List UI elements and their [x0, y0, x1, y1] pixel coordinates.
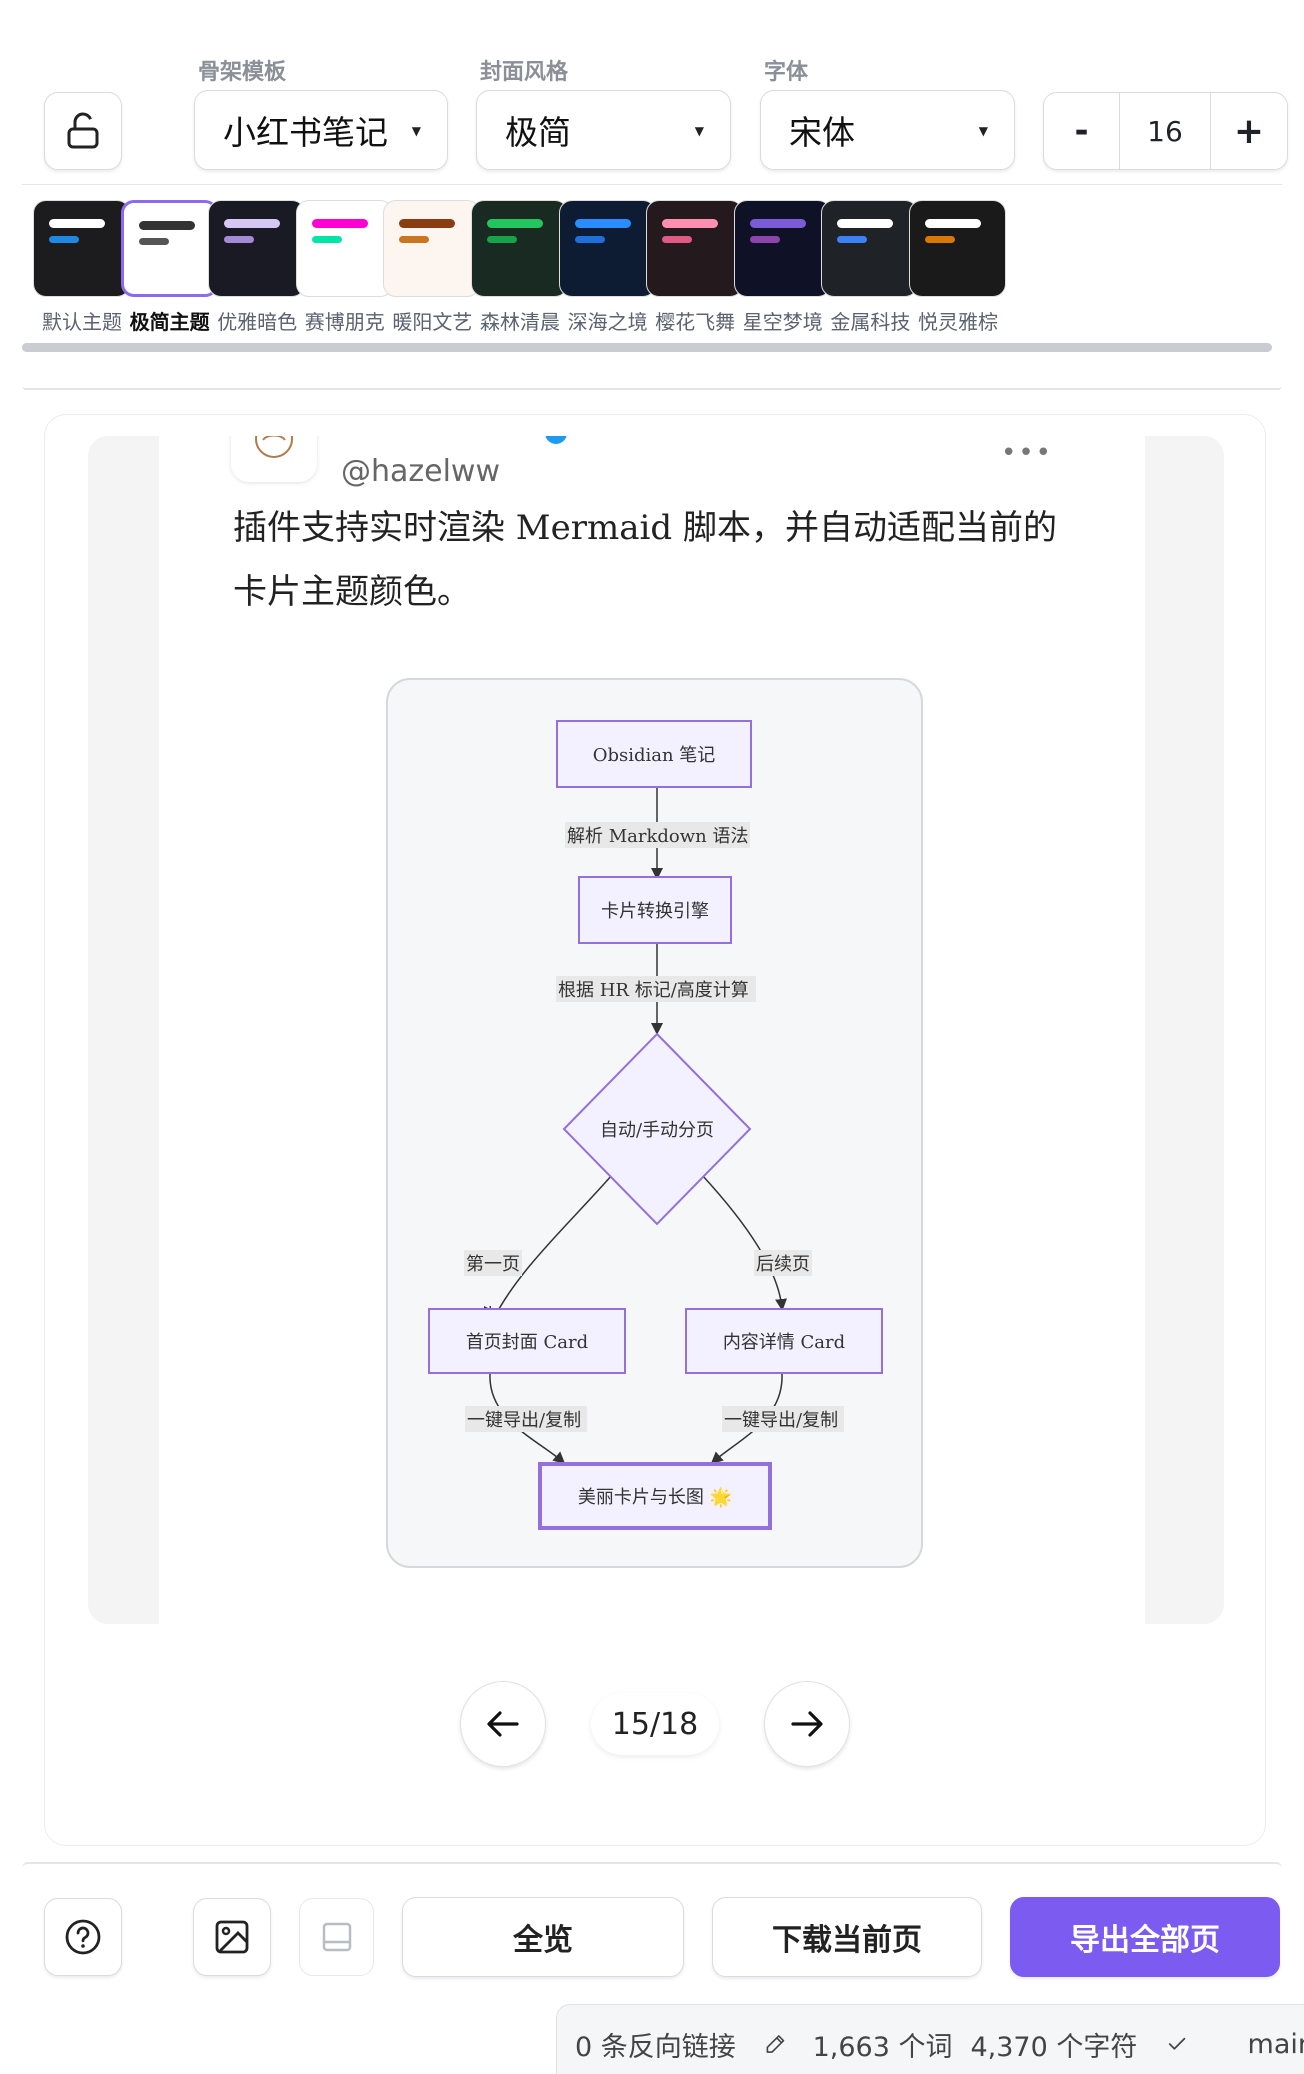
diagram-edge-label-rest: 后续页 [754, 1250, 812, 1276]
preview-panel: @hazelww ••• 插件支持实时渲染 Mermaid 脚本，并自动适配当前… [44, 414, 1266, 1846]
theme-swatch[interactable] [909, 200, 1006, 297]
preview-viewport: @hazelww ••• 插件支持实时渲染 Mermaid 脚本，并自动适配当前… [88, 436, 1224, 1624]
mermaid-diagram: Obsidian 笔记 解析 Markdown 语法 卡片转换引擎 根据 HR … [386, 678, 923, 1568]
swatch-line [925, 236, 955, 243]
image-button[interactable] [193, 1898, 271, 1976]
theme-label[interactable]: 悦灵雅棕 [900, 306, 1016, 335]
diagram-edge-label-parse: 解析 Markdown 语法 [565, 822, 751, 848]
theme-swatch[interactable] [208, 200, 306, 297]
card-page: @hazelww ••• 插件支持实时渲染 Mermaid 脚本，并自动适配当前… [159, 436, 1145, 1624]
word-count: 1,663 个词 [812, 2031, 953, 2063]
swatch-line [662, 219, 719, 228]
arrow-left-icon [487, 1711, 519, 1737]
swatch-line [574, 219, 631, 228]
swatch-line [837, 219, 894, 228]
diagram-edge-label-first: 第一页 [464, 1250, 522, 1276]
next-page-button[interactable] [764, 1681, 850, 1767]
theme-swatch[interactable] [33, 200, 130, 297]
swatch-line [749, 236, 780, 243]
theme-scrollbar[interactable] [22, 343, 1272, 352]
theme-swatch[interactable] [733, 200, 831, 297]
theme-swatch[interactable] [383, 200, 481, 297]
swatch-line [224, 219, 281, 228]
image-icon [215, 1920, 249, 1954]
swatch-line [662, 236, 693, 243]
swatch-line [224, 236, 255, 243]
theme-swatch[interactable] [558, 200, 656, 297]
swatch-line [49, 219, 105, 228]
help-circle-icon [65, 1919, 101, 1955]
swatch-line [487, 219, 543, 228]
export-all-button[interactable]: 导出全部页 [1010, 1897, 1280, 1977]
panel-bottom-icon [322, 1922, 351, 1952]
diagram-node-obsidian: Obsidian 笔记 [556, 720, 752, 788]
layout-toggle-button[interactable] [299, 1898, 374, 1976]
download-current-button[interactable]: 下载当前页 [712, 1897, 982, 1977]
status-bar: 0 条反向链接 1,663 个词 4,370 个字符 main [556, 2004, 1304, 2074]
pencil-icon[interactable] [764, 2027, 787, 2061]
footer-divider [22, 1862, 1282, 1868]
theme-swatch[interactable] [821, 200, 919, 297]
diagram-node-result: 美丽卡片与长图 🌟 [538, 1462, 772, 1530]
overview-button[interactable]: 全览 [402, 1897, 684, 1977]
help-button[interactable] [44, 1898, 122, 1976]
diagram-node-cover-card: 首页封面 Card [428, 1308, 626, 1374]
diagram-edge-label-export-right: 一键导出/复制 [722, 1406, 844, 1432]
card-body-text: 插件支持实时渲染 Mermaid 脚本，并自动适配当前的卡片主题颜色。 [233, 508, 1057, 612]
author-handle: @hazelww [341, 454, 501, 489]
header-bottom-divider [22, 386, 1282, 390]
arrow-right-icon [791, 1711, 823, 1737]
card-export-plugin: 骨架模板 小红书笔记 ▼ 封面风格 极简 ▼ 字体 宋体 ▼ - 16 + 默认… [0, 0, 1304, 2074]
swatch-line [311, 236, 342, 243]
diagram-node-content-card: 内容详情 Card [685, 1308, 883, 1374]
prev-page-button[interactable] [460, 1681, 546, 1767]
diagram-edge-label-export-left: 一键导出/复制 [465, 1406, 587, 1432]
theme-swatch[interactable] [295, 200, 393, 297]
swatch-line [925, 219, 981, 228]
diagram-node-engine: 卡片转换引擎 [578, 876, 732, 944]
swatch-line [399, 236, 430, 243]
theme-swatch[interactable] [120, 200, 218, 297]
swatch-line [138, 238, 169, 245]
verified-badge-icon [545, 436, 567, 444]
swatch-line [837, 236, 868, 243]
swatch-line [399, 219, 456, 228]
theme-swatch[interactable] [646, 200, 744, 297]
diagram-node-pagination: 自动/手动分页 [599, 1120, 715, 1141]
author-name-clipped [341, 436, 531, 440]
swatch-line [574, 236, 605, 243]
more-horizontal-icon[interactable]: ••• [1001, 438, 1053, 468]
page-indicator: 15/18 [591, 1693, 719, 1755]
theme-picker: 默认主题 极简主题 优雅暗色 赛博朋克 暖阳文艺 森林清晨 深海之境 樱花飞舞 星空梦境 金属科技… [0, 0, 1304, 340]
swatch-line [49, 236, 79, 243]
swatch-line [487, 236, 517, 243]
swatch-line [749, 219, 806, 228]
swatch-line [311, 219, 368, 228]
avatar [231, 436, 317, 482]
git-branch[interactable]: main [1248, 2029, 1304, 2060]
theme-swatch[interactable] [471, 200, 568, 297]
char-count: 4,370 个字符 [970, 2031, 1138, 2063]
check-icon [1169, 2037, 1186, 2050]
diagram-edge-label-hr: 根据 HR 标记/高度计算 [556, 976, 756, 1002]
backlinks-count[interactable]: 0 条反向链接 [575, 2025, 736, 2064]
swatch-line [138, 221, 195, 230]
